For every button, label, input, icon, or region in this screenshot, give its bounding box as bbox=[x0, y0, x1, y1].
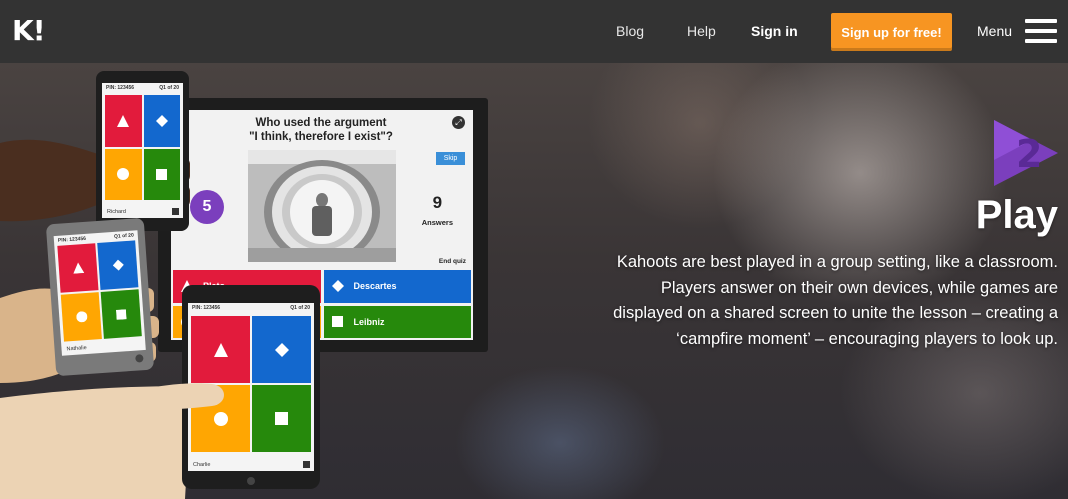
square-icon bbox=[331, 315, 343, 327]
diamond-icon bbox=[112, 259, 124, 271]
diamond-icon bbox=[155, 114, 168, 127]
page: K! Blog Help Sign in Sign up for free! M… bbox=[0, 0, 1068, 499]
step-two-icon: 2 bbox=[994, 120, 1058, 186]
question-text: Who used the argument "I think, therefor… bbox=[249, 117, 393, 143]
circle-icon bbox=[75, 311, 87, 323]
skip-button: Skip bbox=[436, 152, 465, 165]
triangle-icon bbox=[72, 262, 84, 274]
hero-description: Kahoots are best played in a group setti… bbox=[613, 253, 1058, 348]
finger-illustration bbox=[150, 383, 224, 410]
home-button-icon bbox=[135, 354, 144, 363]
phone-device: PIN: 123456 Q1 of 20 Nathalie bbox=[45, 217, 155, 377]
top-nav: K! Blog Help Sign in Sign up for free! M… bbox=[0, 0, 1068, 63]
diamond-icon bbox=[331, 280, 344, 293]
kahoot-logo[interactable]: K! bbox=[12, 14, 45, 47]
hero-illustration: Who used the argument "I think, therefor… bbox=[0, 63, 500, 499]
nav-blog-link[interactable]: Blog bbox=[616, 23, 644, 39]
nav-sign-in-link[interactable]: Sign in bbox=[751, 23, 798, 39]
hero-title: Play bbox=[975, 193, 1058, 237]
close-icon bbox=[172, 208, 179, 215]
square-icon bbox=[156, 168, 168, 180]
home-button-icon bbox=[247, 477, 255, 485]
phone-device: PIN: 123456 Q1 of 20 Richard bbox=[96, 71, 189, 231]
end-quiz-link: End quiz bbox=[438, 258, 466, 265]
nav-help-link[interactable]: Help bbox=[687, 23, 716, 39]
hamburger-menu-icon[interactable] bbox=[1025, 19, 1057, 43]
answer-counter: 9 Answers bbox=[421, 193, 453, 228]
question-image bbox=[248, 150, 396, 262]
answer-option: Descartes bbox=[323, 270, 471, 303]
triangle-icon bbox=[117, 114, 130, 127]
svg-text:2: 2 bbox=[1016, 132, 1042, 176]
close-icon bbox=[303, 461, 310, 468]
sign-up-button[interactable]: Sign up for free! bbox=[831, 13, 952, 51]
circle-icon bbox=[117, 168, 130, 181]
diamond-icon bbox=[274, 342, 289, 357]
fullscreen-icon: ⤢ bbox=[452, 116, 465, 129]
answer-option: Leibniz bbox=[323, 305, 471, 338]
menu-label[interactable]: Menu bbox=[977, 23, 1012, 39]
square-icon bbox=[115, 308, 127, 320]
square-icon bbox=[275, 412, 288, 425]
triangle-icon bbox=[213, 342, 228, 357]
